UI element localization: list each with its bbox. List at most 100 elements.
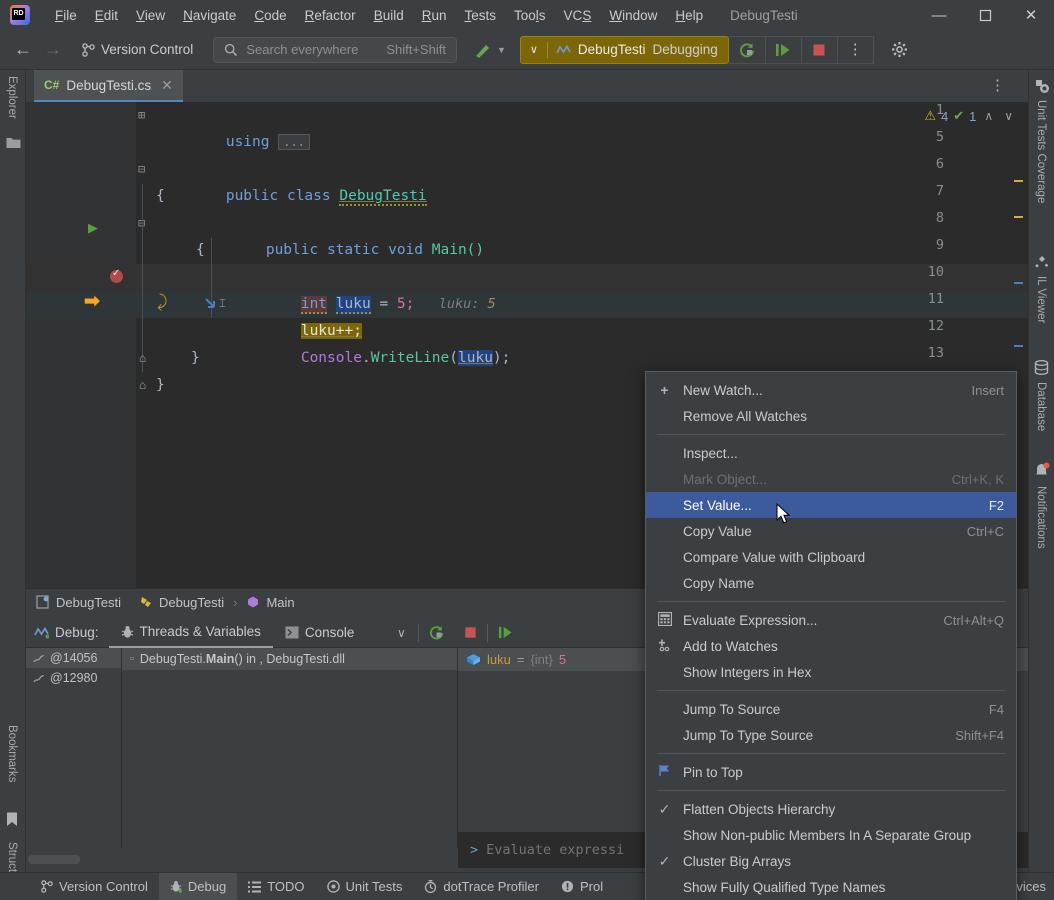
method-icon <box>246 595 260 609</box>
stop-button[interactable] <box>801 37 837 63</box>
menu-item-show-integers-in-hex[interactable]: Show Integers in Hex <box>646 659 1016 685</box>
info-marker[interactable] <box>1014 282 1023 284</box>
menu-view[interactable]: View <box>127 5 174 26</box>
tab-threads-and-variables[interactable]: Threads & Variables <box>109 618 273 648</box>
menu-item-inspect[interactable]: Inspect... <box>646 440 1016 466</box>
menu-item-compare-value-with-clipboard[interactable]: Compare Value with Clipboard <box>646 544 1016 570</box>
thread-row[interactable]: @12980 <box>26 668 121 688</box>
previous-issue-icon[interactable]: ∧ <box>981 109 996 123</box>
minimize-button[interactable]: — <box>916 0 962 30</box>
menu-code[interactable]: Code <box>245 5 295 26</box>
threads-pane[interactable]: @14056 @12980 <box>26 648 122 848</box>
status-item-todo[interactable]: TODO <box>237 873 315 900</box>
warning-marker[interactable] <box>1014 216 1023 218</box>
folder-icon[interactable] <box>6 136 21 154</box>
breadcrumb-project[interactable]: DebugTesti <box>56 595 121 610</box>
thread-icon <box>32 652 45 665</box>
rail-item-il-viewer[interactable]: IL Viewer <box>1035 276 1047 323</box>
rail-item-database[interactable]: Database <box>1035 382 1047 431</box>
menu-item-cluster-big-arrays[interactable]: ✓ Cluster Big Arrays <box>646 848 1016 874</box>
tab-threads-and-variables-label: Threads & Variables <box>140 617 261 647</box>
bookmark-icon[interactable] <box>6 812 18 832</box>
menu-item-set-value[interactable]: Set Value... F2 <box>646 492 1016 518</box>
add-watch-icon <box>646 638 683 655</box>
menu-item-jump-to-type-source[interactable]: Jump To Type Source Shift+F4 <box>646 722 1016 748</box>
collapse-button[interactable]: ∨ <box>384 620 418 646</box>
menu-tests[interactable]: Tests <box>456 5 506 26</box>
status-item-unit-tests[interactable]: Unit Tests <box>316 873 414 900</box>
run-configuration-selector[interactable]: ∨ DebugTesti Debugging <box>520 36 729 64</box>
menu-item-remove-all-watches[interactable]: Remove All Watches <box>646 403 1016 429</box>
menu-tools[interactable]: Tools <box>505 5 555 26</box>
resume-button[interactable] <box>765 37 801 63</box>
menu-vcs[interactable]: VCS <box>555 5 601 26</box>
search-everywhere-input[interactable]: Search everywhere Shift+Shift <box>213 37 457 63</box>
thread-row[interactable]: @14056 <box>26 648 121 668</box>
variable-value: 5 <box>559 652 566 667</box>
navigate-back-button[interactable]: ← <box>8 39 38 60</box>
menu-item-show-non-public-members[interactable]: Show Non-public Members In A Separate Gr… <box>646 822 1016 848</box>
breadcrumb-class[interactable]: DebugTesti <box>159 595 224 610</box>
stop-debug-button[interactable] <box>453 620 487 646</box>
menu-file[interactable]: File <box>46 5 86 26</box>
menu-refactor[interactable]: Refactor <box>296 5 365 26</box>
inspection-summary[interactable]: ⚠ 4 ✔ 1 ∧ ∨ <box>924 108 1016 124</box>
status-item-debug[interactable]: Debug <box>159 873 237 900</box>
close-icon[interactable]: ✕ <box>161 77 173 94</box>
restart-button[interactable] <box>729 37 765 63</box>
rail-item-notifications[interactable]: Notifications <box>1035 486 1047 549</box>
horizontal-scrollbar[interactable] <box>28 855 124 864</box>
status-item-problems[interactable]: Prol <box>550 873 614 900</box>
folded-usings[interactable]: ... <box>278 134 310 150</box>
menu-item-show-fully-qualified-type-names[interactable]: Show Fully Qualified Type Names <box>646 874 1016 900</box>
il-viewer-icon[interactable] <box>1035 255 1049 274</box>
call-stack-pane[interactable]: ▫ DebugTesti.Main() in , DebugTesti.dll <box>122 648 458 848</box>
menu-item-evaluate-expression[interactable]: Evaluate Expression... Ctrl+Alt+Q <box>646 607 1016 633</box>
menu-build[interactable]: Build <box>365 5 413 26</box>
version-control-button[interactable]: Version Control <box>74 39 201 60</box>
status-item-dottrace-profiler[interactable]: dotTrace Profiler <box>413 873 550 900</box>
stop-icon <box>463 625 478 640</box>
menu-run[interactable]: Run <box>413 5 456 26</box>
rail-item-explorer[interactable]: Explorer <box>6 76 18 119</box>
status-item-version-control[interactable]: Version Control <box>30 873 159 900</box>
resume-debug-button[interactable] <box>488 620 522 646</box>
settings-button[interactable] <box>882 37 918 63</box>
maximize-button[interactable] <box>962 0 1008 30</box>
debugger-context-menu[interactable]: + New Watch... Insert Remove All Watches… <box>645 371 1017 900</box>
stack-frame-row[interactable]: ▫ DebugTesti.Main() in , DebugTesti.dll <box>122 648 457 670</box>
rail-item-unit-tests-coverage[interactable]: Unit Tests Coverage <box>1035 100 1047 203</box>
navigate-forward-button[interactable]: → <box>38 39 68 60</box>
build-button[interactable]: ▼ <box>473 40 506 60</box>
restart-debug-button[interactable] <box>419 620 453 646</box>
menu-item-copy-value[interactable]: Copy Value Ctrl+C <box>646 518 1016 544</box>
menu-edit[interactable]: Edit <box>86 5 127 26</box>
tab-console[interactable]: Console <box>273 618 367 648</box>
breadcrumb-member[interactable]: Main <box>266 595 294 610</box>
menu-help[interactable]: Help <box>666 5 712 26</box>
operator-equals: = <box>379 296 388 312</box>
unit-tests-coverage-icon[interactable] <box>1034 78 1050 99</box>
menu-window[interactable]: Window <box>600 5 666 26</box>
restart-icon <box>428 624 445 641</box>
notifications-icon[interactable] <box>1034 462 1050 483</box>
database-icon[interactable] <box>1034 360 1049 380</box>
run-config-chevron-icon[interactable]: ∨ <box>521 43 547 56</box>
rail-item-bookmarks[interactable]: Bookmarks <box>6 725 18 783</box>
menu-navigate[interactable]: Navigate <box>174 5 245 26</box>
editor-options-icon[interactable]: ⋮ <box>990 76 1006 94</box>
menu-item-add-to-watches[interactable]: Add to Watches <box>646 633 1016 659</box>
scrollbar-thumb[interactable] <box>28 855 80 864</box>
menu-item-copy-name[interactable]: Copy Name <box>646 570 1016 596</box>
more-options-button[interactable]: ⋮ <box>837 37 873 63</box>
info-marker[interactable] <box>1014 345 1023 347</box>
close-button[interactable]: ✕ <box>1008 0 1054 30</box>
menu-item-new-watch[interactable]: + New Watch... Insert <box>646 377 1016 403</box>
next-issue-icon[interactable]: ∨ <box>1001 109 1016 123</box>
warning-marker[interactable] <box>1014 180 1023 182</box>
csharp-file-icon: C# <box>44 78 59 92</box>
editor-tab-debugtesti-cs[interactable]: C# DebugTesti.cs ✕ <box>34 70 183 102</box>
menu-item-jump-to-source[interactable]: Jump To Source F4 <box>646 696 1016 722</box>
menu-item-flatten-objects-hierarchy[interactable]: ✓ Flatten Objects Hierarchy <box>646 796 1016 822</box>
menu-item-pin-to-top[interactable]: Pin to Top <box>646 759 1016 785</box>
